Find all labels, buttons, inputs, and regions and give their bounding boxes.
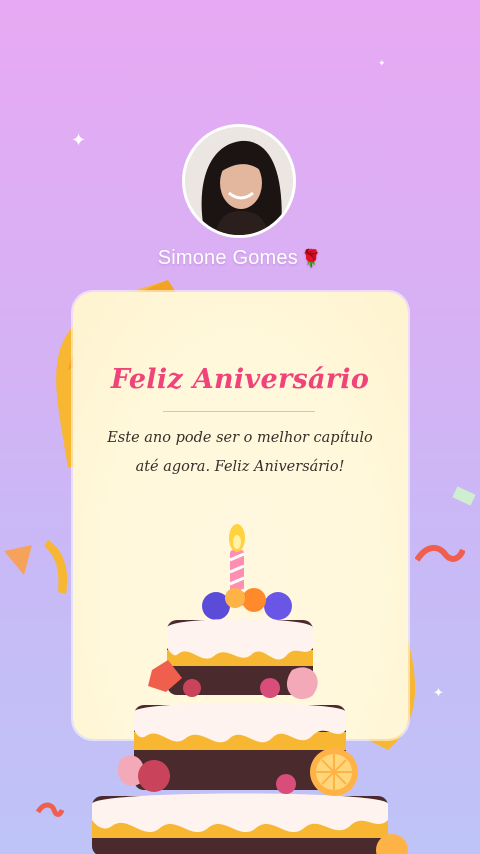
card-message: Este ano pode ser o melhor capítulo até … <box>107 430 373 475</box>
sparkle-icon: ✦ <box>71 130 87 150</box>
card-title: Feliz Aniversário <box>110 364 370 395</box>
sparkle-icon: ✦ <box>378 58 386 68</box>
profile-name: Simone Gomes 🌹 <box>0 247 480 270</box>
confetti-icon <box>415 545 465 562</box>
sparkle-icon: ✦ <box>433 685 444 700</box>
confetti-icon <box>44 540 68 594</box>
profile-name-text: Simone Gomes <box>157 247 298 269</box>
rose-icon: 🌹 <box>300 249 323 268</box>
confetti-icon <box>4 545 32 575</box>
birthday-cake-illustration <box>92 524 408 854</box>
title-divider <box>163 411 315 412</box>
confetti-icon <box>452 486 476 506</box>
confetti-icon <box>36 802 64 817</box>
person-photo-icon <box>185 127 293 235</box>
birthday-card-screen: ✦ ✦ ✦ Simone Gomes 🌹 Feliz Aniversário E… <box>0 0 480 854</box>
avatar[interactable] <box>182 124 296 238</box>
